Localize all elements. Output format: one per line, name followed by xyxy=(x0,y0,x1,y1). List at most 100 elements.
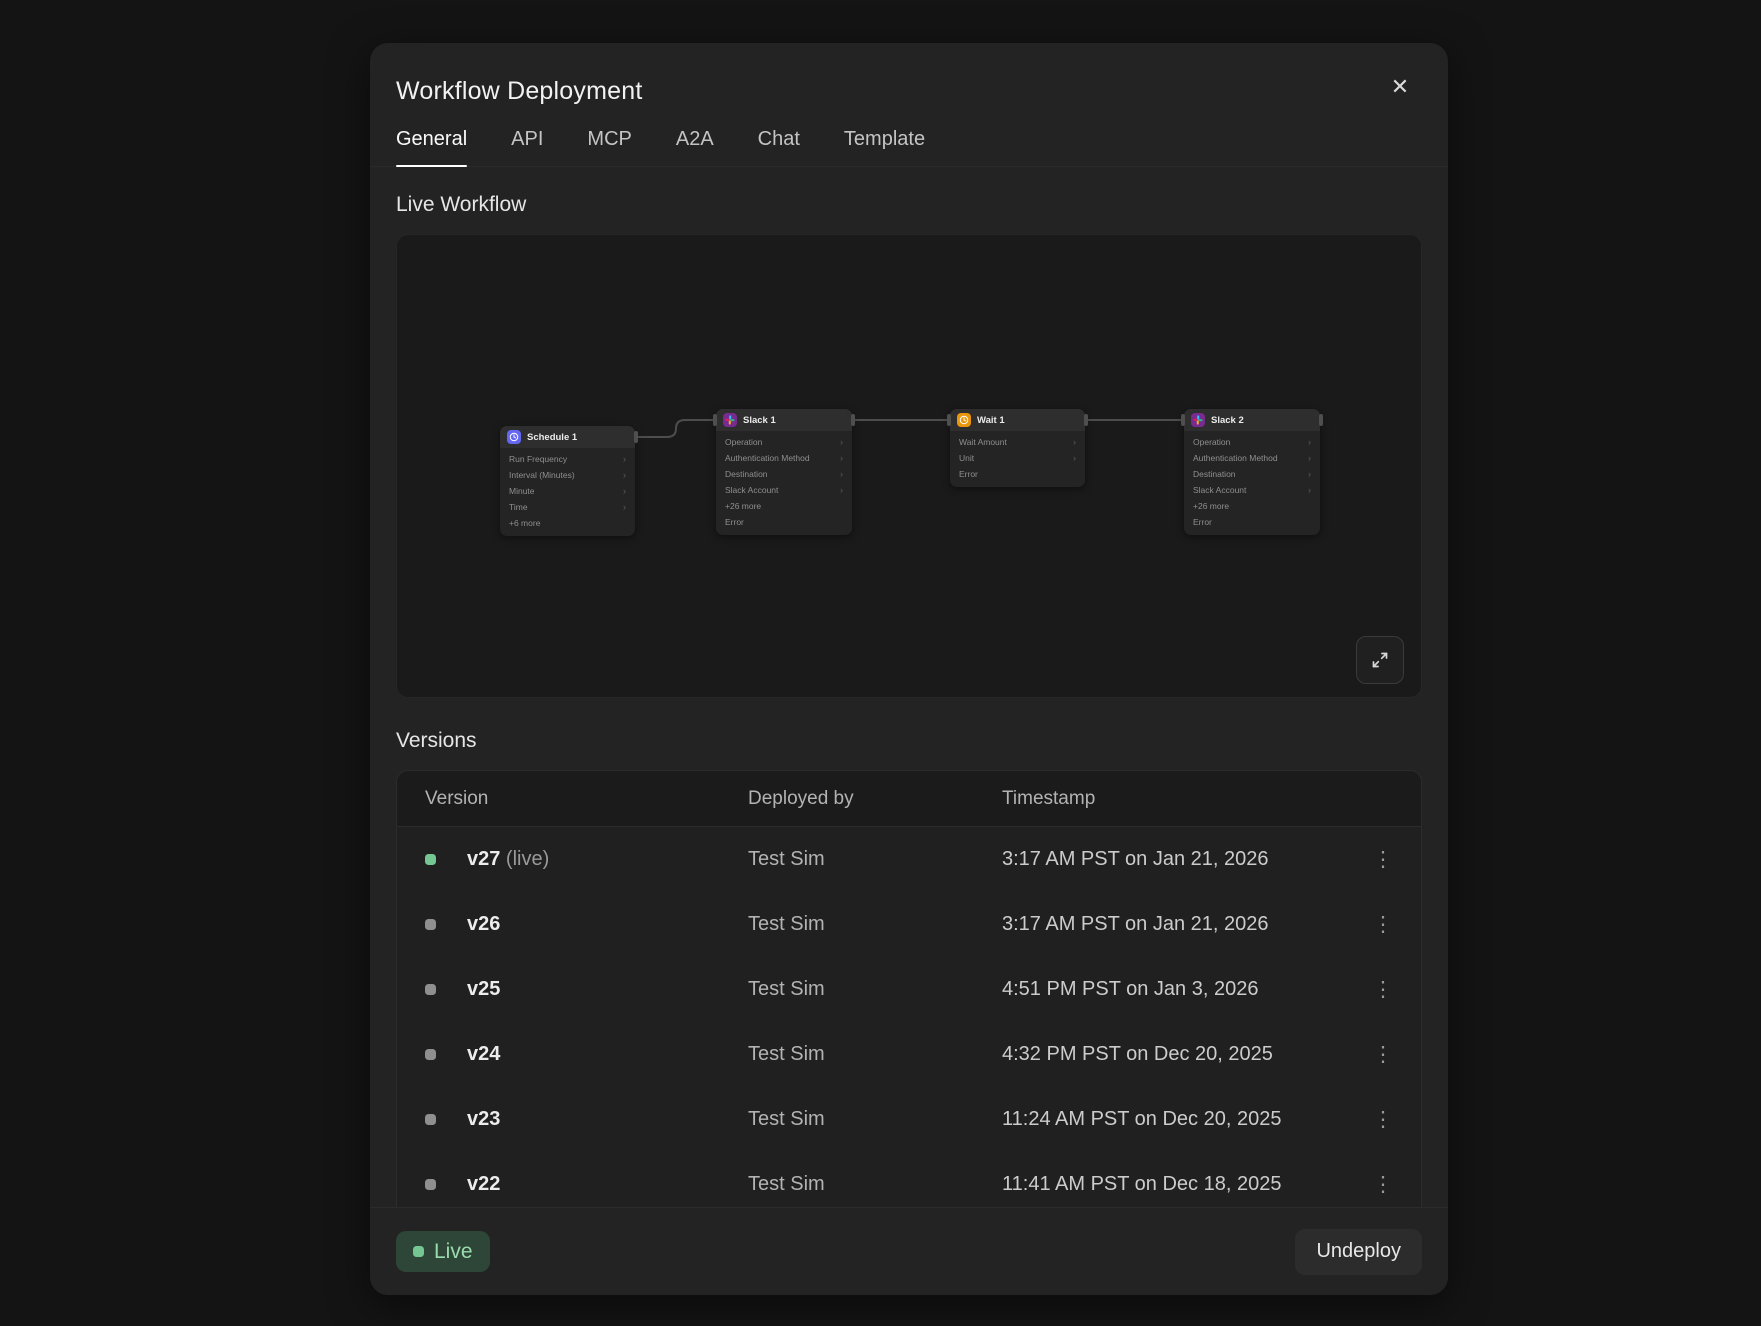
versions-table-header: Version Deployed by Timestamp xyxy=(397,771,1421,827)
input-port xyxy=(947,414,951,426)
status-dot xyxy=(425,1179,436,1190)
expand-workflow-button[interactable] xyxy=(1356,636,1404,684)
undeploy-button[interactable]: Undeploy xyxy=(1295,1229,1422,1275)
node-field-more: +26 more xyxy=(1184,498,1320,514)
node-field: Authentication Method› xyxy=(716,450,852,466)
row-menu-button[interactable]: ⋮ xyxy=(1365,907,1401,943)
node-field: Wait Amount› xyxy=(950,434,1085,450)
node-field: Run Frequency› xyxy=(500,451,635,467)
chevron-right-icon: › xyxy=(840,438,843,447)
node-field-more: +26 more xyxy=(716,498,852,514)
node-field-more: +6 more xyxy=(500,515,635,531)
node-field: Destination› xyxy=(1184,466,1320,482)
output-port xyxy=(1084,414,1088,426)
timestamp: 4:32 PM PST on Dec 20, 2025 xyxy=(1002,1043,1365,1066)
chevron-right-icon: › xyxy=(623,487,626,496)
live-status-dot xyxy=(425,854,436,865)
tab-mcp[interactable]: MCP xyxy=(587,127,631,166)
node-field-error: Error xyxy=(1184,514,1320,530)
status-dot xyxy=(425,1114,436,1125)
node-field: Authentication Method› xyxy=(1184,450,1320,466)
chevron-right-icon: › xyxy=(623,455,626,464)
version-live-suffix: (live) xyxy=(500,848,549,870)
version-row[interactable]: v23 Test Sim 11:24 AM PST on Dec 20, 202… xyxy=(397,1087,1421,1152)
kebab-icon: ⋮ xyxy=(1373,847,1394,872)
node-field: Destination› xyxy=(716,466,852,482)
dialog-content: Live Workflow Schedule 1 Run Frequency› xyxy=(370,168,1448,1207)
tab-bar: General API MCP A2A Chat Template xyxy=(370,127,1448,167)
chevron-right-icon: › xyxy=(840,486,843,495)
slack-icon xyxy=(1191,413,1205,427)
row-menu-button[interactable]: ⋮ xyxy=(1365,1037,1401,1073)
kebab-icon: ⋮ xyxy=(1373,1107,1394,1132)
column-header-timestamp: Timestamp xyxy=(1002,788,1365,810)
version-row[interactable]: v22 Test Sim 11:41 AM PST on Dec 18, 202… xyxy=(397,1152,1421,1207)
output-port xyxy=(851,414,855,426)
version-label: v22 xyxy=(467,1173,748,1196)
timestamp: 3:17 AM PST on Jan 21, 2026 xyxy=(1002,848,1365,871)
node-field: Operation› xyxy=(716,434,852,450)
wait-clock-icon xyxy=(957,413,971,427)
kebab-icon: ⋮ xyxy=(1373,1172,1394,1197)
versions-table: Version Deployed by Timestamp v27 (live)… xyxy=(396,770,1422,1207)
output-port xyxy=(634,431,638,443)
chevron-right-icon: › xyxy=(1073,438,1076,447)
versions-heading: Versions xyxy=(396,728,1422,754)
chevron-right-icon: › xyxy=(1308,470,1311,479)
tab-chat[interactable]: Chat xyxy=(758,127,800,166)
deployed-by: Test Sim xyxy=(748,1043,1002,1066)
tab-general[interactable]: General xyxy=(396,127,467,166)
tab-api[interactable]: API xyxy=(511,127,543,166)
node-title: Schedule 1 xyxy=(527,432,577,443)
version-label: v23 xyxy=(467,1108,748,1131)
tab-a2a[interactable]: A2A xyxy=(676,127,714,166)
timestamp: 11:41 AM PST on Dec 18, 2025 xyxy=(1002,1173,1365,1196)
tab-template[interactable]: Template xyxy=(844,127,925,166)
node-title: Slack 2 xyxy=(1211,415,1244,426)
row-menu-button[interactable]: ⋮ xyxy=(1365,1102,1401,1138)
live-dot-icon xyxy=(413,1246,424,1257)
chevron-right-icon: › xyxy=(623,471,626,480)
node-field-error: Error xyxy=(716,514,852,530)
version-row[interactable]: v25 Test Sim 4:51 PM PST on Jan 3, 2026 … xyxy=(397,957,1421,1022)
node-wait-1-header: Wait 1 xyxy=(950,409,1085,431)
row-menu-button[interactable]: ⋮ xyxy=(1365,972,1401,1008)
timestamp: 3:17 AM PST on Jan 21, 2026 xyxy=(1002,913,1365,936)
close-icon: ✕ xyxy=(1391,74,1409,100)
version-row[interactable]: v27 (live) Test Sim 3:17 AM PST on Jan 2… xyxy=(397,827,1421,892)
node-slack-1-header: Slack 1 xyxy=(716,409,852,431)
live-workflow-heading: Live Workflow xyxy=(396,192,1422,218)
chevron-right-icon: › xyxy=(623,503,626,512)
status-dot xyxy=(425,919,436,930)
row-menu-button[interactable]: ⋮ xyxy=(1365,1167,1401,1203)
dialog-header: Workflow Deployment ✕ General API MCP A2… xyxy=(370,43,1448,167)
chevron-right-icon: › xyxy=(1308,454,1311,463)
deployed-by: Test Sim xyxy=(748,978,1002,1001)
chevron-right-icon: › xyxy=(840,470,843,479)
slack-icon xyxy=(723,413,737,427)
node-field: Slack Account› xyxy=(716,482,852,498)
node-field: Unit› xyxy=(950,450,1085,466)
version-row[interactable]: v24 Test Sim 4:32 PM PST on Dec 20, 2025… xyxy=(397,1022,1421,1087)
node-field: Time› xyxy=(500,499,635,515)
chevron-right-icon: › xyxy=(1073,454,1076,463)
version-label: v24 xyxy=(467,1043,748,1066)
deployed-by: Test Sim xyxy=(748,1108,1002,1131)
row-menu-button[interactable]: ⋮ xyxy=(1365,842,1401,878)
node-slack-1: Slack 1 Operation› Authentication Method… xyxy=(716,409,852,535)
version-label: v26 xyxy=(467,913,748,936)
node-field: Minute› xyxy=(500,483,635,499)
workflow-deployment-dialog: Workflow Deployment ✕ General API MCP A2… xyxy=(370,43,1448,1295)
node-wait-1: Wait 1 Wait Amount› Unit› Error xyxy=(950,409,1085,487)
chevron-right-icon: › xyxy=(840,454,843,463)
kebab-icon: ⋮ xyxy=(1373,977,1394,1002)
input-port xyxy=(713,414,717,426)
node-field-error: Error xyxy=(950,466,1085,482)
node-title: Slack 1 xyxy=(743,415,776,426)
version-row[interactable]: v26 Test Sim 3:17 AM PST on Jan 21, 2026… xyxy=(397,892,1421,957)
live-label: Live xyxy=(434,1240,473,1264)
deployed-by: Test Sim xyxy=(748,913,1002,936)
timestamp: 4:51 PM PST on Jan 3, 2026 xyxy=(1002,978,1365,1001)
deployed-by: Test Sim xyxy=(748,1173,1002,1196)
close-button[interactable]: ✕ xyxy=(1382,69,1418,105)
